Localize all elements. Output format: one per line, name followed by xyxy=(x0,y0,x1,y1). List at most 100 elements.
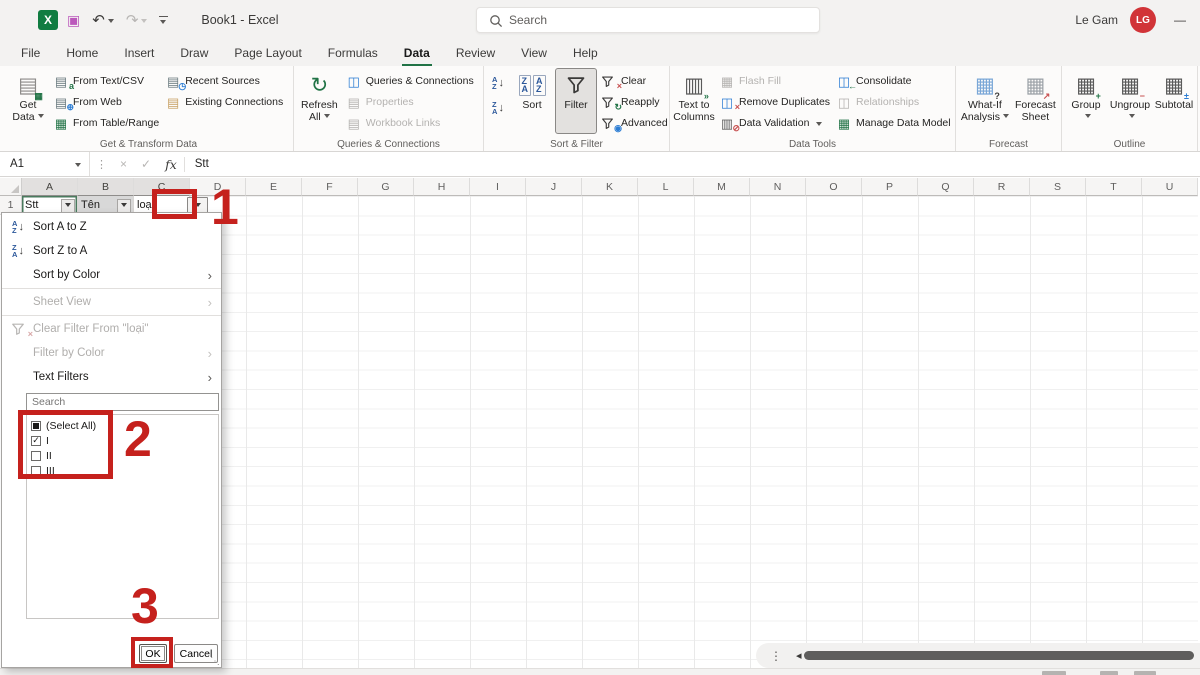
menu-item-label: Sort A to Z xyxy=(33,221,87,233)
clear-button[interactable]: ×Clear xyxy=(599,71,670,91)
sort-za-icon: ZA↓ xyxy=(8,244,28,258)
filter-search-input[interactable]: Search xyxy=(26,393,219,411)
tab-data[interactable]: Data xyxy=(391,40,443,66)
properties-button[interactable]: ▤Properties xyxy=(344,92,476,112)
filter-button[interactable]: Filter xyxy=(555,68,597,134)
what-if-analysis-button[interactable]: ▦?What-IfAnalysis xyxy=(959,68,1011,134)
tab-file[interactable]: File xyxy=(8,40,53,66)
column-header-s[interactable]: S xyxy=(1030,178,1086,196)
tab-review[interactable]: Review xyxy=(443,40,508,66)
workbook-links-button[interactable]: ▤Workbook Links xyxy=(344,113,476,133)
menu-item-sort-z-to-a[interactable]: ZA↓Sort Z to A xyxy=(2,239,221,263)
scrollbar-thumb[interactable] xyxy=(804,651,1194,660)
flash-fill-button[interactable]: ▦Flash Fill xyxy=(717,71,832,91)
manage-data-model-button[interactable]: ▦Manage Data Model xyxy=(834,113,953,133)
menu-item-sort-by-color[interactable]: Sort by Color› xyxy=(2,263,221,287)
column-header-j[interactable]: J xyxy=(526,178,582,196)
customize-qat-button[interactable] xyxy=(156,14,171,26)
group-button[interactable]: ▦+Group xyxy=(1065,68,1107,134)
tab-formulas[interactable]: Formulas xyxy=(315,40,391,66)
save-button[interactable]: ▣ xyxy=(64,11,83,30)
column-header-e[interactable]: E xyxy=(246,178,302,196)
page-layout-view-button[interactable] xyxy=(1100,671,1118,675)
reapply-icon: ↻ xyxy=(601,96,617,109)
confirm-entry-icon[interactable]: ✓ xyxy=(134,157,158,171)
reapply-button[interactable]: ↻Reapply xyxy=(599,92,670,112)
forecast-sheet-button[interactable]: ▦↗ForecastSheet xyxy=(1013,68,1058,134)
group-label-data-tools: Data Tools xyxy=(670,139,955,150)
scroll-grip-icon[interactable]: ⋮ xyxy=(770,649,782,663)
minimize-button[interactable]: — xyxy=(1174,13,1186,27)
consolidate-button[interactable]: ◫←Consolidate xyxy=(834,71,953,91)
filter-funnel-icon xyxy=(566,72,586,98)
menu-item-clear-filter-from-lo-i[interactable]: ×Clear Filter From "loại" xyxy=(2,317,221,341)
relationships-button[interactable]: ◫Relationships xyxy=(834,92,953,112)
scroll-left-icon[interactable]: ◂ xyxy=(796,649,802,662)
column-header-t[interactable]: T xyxy=(1086,178,1142,196)
tab-draw[interactable]: Draw xyxy=(167,40,221,66)
sort-button[interactable]: ZAAZSort xyxy=(511,68,553,134)
get-data-button[interactable]: ▤▦GetData xyxy=(7,68,49,134)
name-box[interactable]: A1 xyxy=(0,152,90,176)
formula-input[interactable]: Stt xyxy=(185,158,1200,170)
menu-item-label: Sort by Color xyxy=(33,269,100,281)
from-text-csv-button[interactable]: ▤aFrom Text/CSV xyxy=(51,71,161,91)
menu-item-filter-by-color[interactable]: Filter by Color› xyxy=(2,341,221,365)
avatar[interactable]: LG xyxy=(1130,7,1156,33)
ungroup-button[interactable]: ▦−Ungroup xyxy=(1109,68,1151,134)
menu-item-text-filters[interactable]: Text Filters› xyxy=(2,365,221,389)
recent-sources-button[interactable]: ▤◷Recent Sources xyxy=(163,71,285,91)
column-header-k[interactable]: K xyxy=(582,178,638,196)
filter-dropdown-button-b[interactable] xyxy=(117,199,131,213)
column-header-f[interactable]: F xyxy=(302,178,358,196)
chevron-down-icon xyxy=(121,203,127,210)
from-web-button[interactable]: ▤⊕From Web xyxy=(51,92,161,112)
remove-duplicates-button[interactable]: ◫×Remove Duplicates xyxy=(717,92,832,112)
column-header-n[interactable]: N xyxy=(750,178,806,196)
insert-function-button[interactable]: fx xyxy=(158,157,185,172)
data-validation-button[interactable]: ▥⊘Data Validation xyxy=(717,113,832,133)
cancel-entry-icon[interactable]: × xyxy=(113,157,134,171)
sort-ascending-button[interactable]: AZ↓ xyxy=(487,73,509,93)
normal-view-button[interactable] xyxy=(1042,671,1066,675)
column-header-b[interactable]: B xyxy=(78,178,134,196)
column-header-p[interactable]: P xyxy=(862,178,918,196)
tab-home[interactable]: Home xyxy=(53,40,111,66)
from-table-range-button[interactable]: ▦From Table/Range xyxy=(51,113,161,133)
column-header-i[interactable]: I xyxy=(470,178,526,196)
existing-connections-button[interactable]: ▤Existing Connections xyxy=(163,92,285,112)
annotation-box-3 xyxy=(131,637,173,668)
column-header-h[interactable]: H xyxy=(414,178,470,196)
filter-dropdown-button-a[interactable] xyxy=(61,199,75,213)
tab-page-layout[interactable]: Page Layout xyxy=(221,40,314,66)
menu-item-sheet-view[interactable]: Sheet View› xyxy=(2,290,221,314)
column-header-m[interactable]: M xyxy=(694,178,750,196)
advanced-button[interactable]: ◉Advanced xyxy=(599,113,670,133)
column-header-u[interactable]: U xyxy=(1142,178,1198,196)
group-label-get-transform-data: Get & Transform Data xyxy=(4,139,293,150)
queries-connections-button[interactable]: ◫Queries & Connections xyxy=(344,71,476,91)
refresh-all-button[interactable]: ↻RefreshAll xyxy=(297,68,342,134)
undo-button[interactable]: ↶ xyxy=(89,11,117,30)
sort-descending-button[interactable]: ZA↓ xyxy=(487,98,509,118)
excel-logo-icon[interactable]: X xyxy=(38,10,58,30)
column-header-r[interactable]: R xyxy=(974,178,1030,196)
properties-icon: ▤ xyxy=(346,96,362,109)
subtotal-button[interactable]: ▦±Subtotal xyxy=(1153,68,1195,134)
page-break-view-button[interactable] xyxy=(1134,671,1156,675)
text-to-columns-button[interactable]: ▥»Text toColumns xyxy=(673,68,715,134)
search-box[interactable]: Search xyxy=(476,7,820,33)
tab-insert[interactable]: Insert xyxy=(111,40,167,66)
select-all-corner[interactable] xyxy=(0,178,22,196)
column-header-a[interactable]: A xyxy=(22,178,78,196)
ribbon-group-data-tools: ▥»Text toColumns▦Flash Fill◫×Remove Dupl… xyxy=(670,66,956,151)
horizontal-scrollbar: ⋮ ◂ xyxy=(756,643,1200,668)
column-header-l[interactable]: L xyxy=(638,178,694,196)
tab-view[interactable]: View xyxy=(508,40,560,66)
tab-help[interactable]: Help xyxy=(560,40,611,66)
redo-button[interactable]: ↷ xyxy=(123,11,151,30)
column-header-q[interactable]: Q xyxy=(918,178,974,196)
column-header-g[interactable]: G xyxy=(358,178,414,196)
column-header-o[interactable]: O xyxy=(806,178,862,196)
resize-grip-icon[interactable]: ⋱ xyxy=(210,656,220,667)
